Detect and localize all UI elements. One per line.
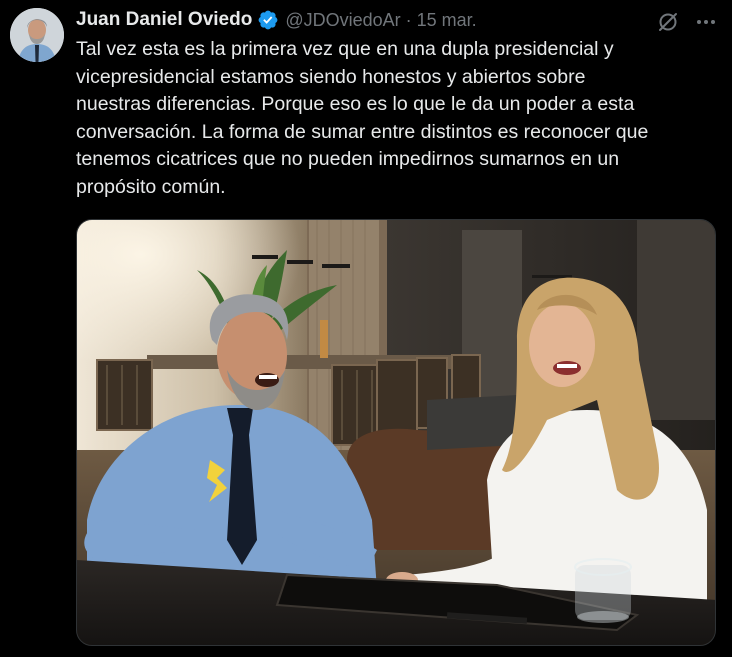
glass (574, 558, 632, 623)
tweet-header: Juan Daniel Oviedo @JDOviedoAr · 15 mar. (76, 8, 477, 32)
author-avatar[interactable] (10, 8, 64, 62)
tweet[interactable]: Juan Daniel Oviedo @JDOviedoAr · 15 mar.… (0, 0, 732, 657)
tweet-text: Tal vez esta es la primera vez que en un… (76, 38, 649, 198)
author-handle[interactable]: @JDOviedoAr (285, 10, 400, 31)
photo-scene (77, 220, 715, 645)
tweet-date[interactable]: 15 mar. (417, 10, 477, 31)
more-options-icon[interactable] (694, 10, 718, 34)
tweet-photo[interactable] (76, 219, 716, 646)
verified-badge-icon[interactable] (257, 9, 279, 31)
grok-icon[interactable] (656, 10, 680, 34)
author-name[interactable]: Juan Daniel Oviedo (76, 9, 252, 31)
separator-dot: · (405, 9, 412, 30)
avatar-photo (10, 8, 64, 62)
tweet-footer-cutoff (76, 651, 136, 657)
